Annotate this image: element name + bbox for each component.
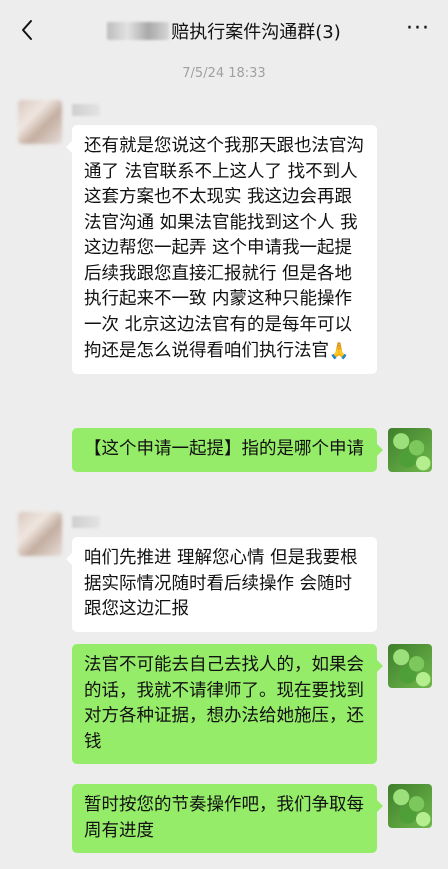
avatar[interactable] (388, 644, 432, 688)
chat-title-text: 赔执行案件沟通群(3) (171, 22, 341, 43)
chat-header: 赔执行案件沟通群(3) ··· (0, 0, 448, 62)
message-bubble[interactable]: 还有就是您说这个我那天跟也法官沟通了 法官联系不上这人了 找不到人 这套方案也不… (66, 125, 377, 374)
message-text: 暂时按您的节奏操作吧，我们争取每周有进度 (84, 795, 364, 841)
message-text: 【这个申请一起提】指的是哪个申请 (84, 439, 364, 459)
message-text: 咱们先推进 理解您心情 但是我要根据实际情况随时看后续操作 会随时跟您这边汇报 (84, 548, 358, 619)
message-text: 还有就是您说这个我那天跟也法官沟通了 法官联系不上这人了 找不到人 这套方案也不… (84, 136, 364, 361)
message-bubble[interactable]: 暂时按您的节奏操作吧，我们争取每周有进度 (72, 784, 383, 853)
avatar[interactable] (18, 512, 62, 556)
sender-name-redacted (72, 104, 100, 116)
avatar[interactable] (388, 784, 432, 828)
message-timestamp: 7/5/24 18:33 (182, 66, 266, 81)
more-options-button[interactable]: ··· (406, 16, 430, 41)
message-bubble[interactable]: 咱们先推进 理解您心情 但是我要根据实际情况随时看后续操作 会随时跟您这边汇报 (66, 537, 377, 632)
avatar[interactable] (18, 100, 62, 144)
pray-emoji-icon: 🙏 (329, 341, 349, 360)
avatar[interactable] (388, 428, 432, 472)
redacted-name (107, 22, 170, 40)
message-bubble[interactable]: 【这个申请一起提】指的是哪个申请 (72, 428, 383, 472)
message-text: 法官不可能去自己去找人的，如果会的话，我就不请律师了。现在要找到对方各种证据，想… (84, 655, 364, 752)
message-bubble[interactable]: 法官不可能去自己去找人的，如果会的话，我就不请律师了。现在要找到对方各种证据，想… (72, 644, 383, 764)
sender-name-redacted (72, 516, 100, 528)
chat-title: 赔执行案件沟通群(3) (0, 18, 448, 44)
